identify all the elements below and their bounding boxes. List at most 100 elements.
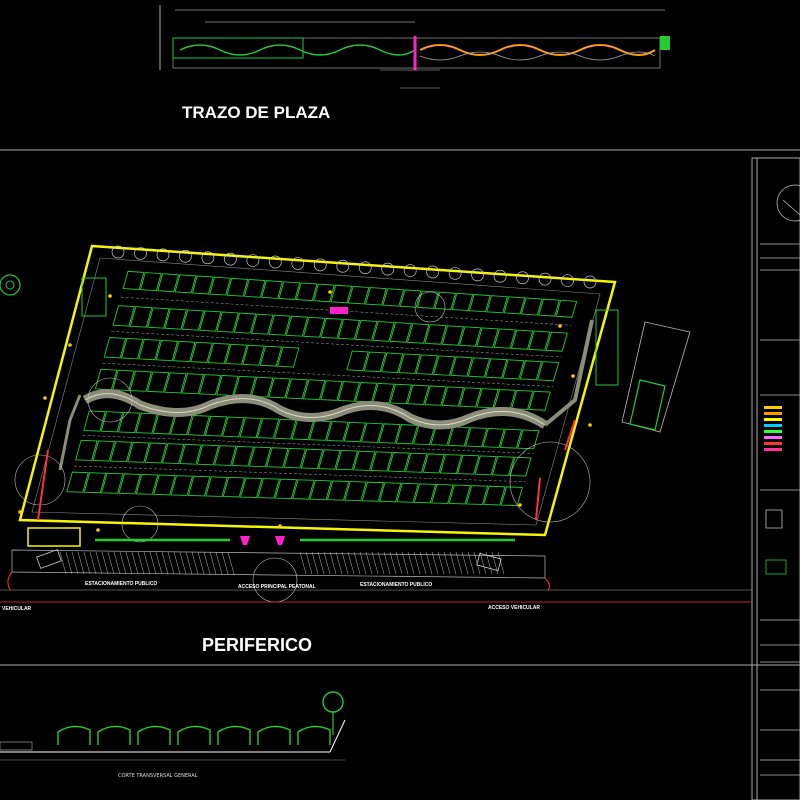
hatch-line	[101, 551, 109, 575]
hatch-line	[305, 551, 313, 575]
parking-stall	[468, 294, 491, 313]
plaza-end-marker	[660, 36, 670, 50]
road-curve-left	[7, 571, 13, 591]
parking-stall	[226, 277, 249, 297]
parking-stall	[416, 290, 439, 309]
level-marker-icon	[43, 396, 47, 400]
label-parking-left: ESTACIONAMIENTO PUBLICO	[85, 581, 157, 587]
level-marker-icon	[588, 423, 592, 427]
hatch-line	[227, 551, 235, 575]
plaza-title: TRAZO DE PLAZA	[182, 103, 330, 122]
hatch-line	[209, 551, 217, 575]
car-icon-left	[36, 549, 62, 569]
parking-stall	[174, 274, 197, 294]
hatch-line	[191, 551, 199, 575]
hatch-line	[143, 551, 151, 575]
hatch-line	[203, 551, 211, 575]
parking-stall	[503, 296, 526, 315]
magenta-marker-access-1	[240, 536, 250, 545]
hatch-line	[395, 551, 403, 575]
hatch-line	[77, 551, 85, 575]
title-block-details	[760, 184, 800, 776]
parking-stalls	[66, 270, 578, 506]
parking-stall	[295, 282, 318, 302]
site-plan[interactable]	[0, 244, 752, 603]
hatch-line	[131, 551, 139, 575]
tree-icon	[426, 265, 440, 279]
hatch-line	[95, 551, 103, 575]
level-marker-icon	[96, 528, 100, 532]
tree-icon	[358, 261, 372, 275]
tree-icon	[448, 267, 462, 280]
level-marker-icon	[68, 343, 72, 347]
walkway-left-branch	[58, 394, 82, 471]
tree-icon	[583, 275, 597, 289]
level-marker-icon	[18, 510, 22, 514]
tb-symbol-square	[765, 509, 783, 529]
level-marker-icon	[518, 503, 522, 507]
aisle-line	[102, 362, 554, 387]
hatch-line	[431, 551, 439, 575]
parking-stall	[209, 276, 232, 296]
parking-stall	[122, 270, 145, 291]
hatch-line	[329, 551, 337, 575]
hatch-line	[413, 551, 421, 575]
hatch-line	[383, 551, 391, 575]
level-marker-icon	[278, 524, 282, 528]
parking-stall	[365, 287, 387, 306]
cross-section[interactable]	[0, 691, 346, 761]
label-parking-right: ESTACIONAMIENTO PUBLICO	[360, 582, 432, 588]
hatch-line	[443, 551, 451, 575]
hatch-line	[89, 551, 97, 575]
section-stall-roof	[257, 725, 291, 745]
tree-icon	[561, 274, 574, 287]
public-parking-hatch	[59, 551, 505, 575]
section-stall-roof	[217, 725, 251, 745]
tree-icon	[471, 268, 484, 282]
hatch-line	[113, 551, 121, 575]
title-block[interactable]	[751, 157, 800, 800]
plaza-circle-right	[509, 441, 591, 523]
tb-symbol-stall	[765, 559, 787, 575]
parking-stall	[538, 298, 560, 317]
hatch-line	[341, 551, 349, 575]
hatch-line	[425, 551, 433, 575]
hatch-line	[359, 551, 367, 575]
hatch-line	[155, 551, 163, 575]
hatch-line	[167, 551, 175, 575]
parking-stall	[243, 279, 266, 298]
cad-drawing-canvas[interactable]: TRAZO DE PLAZA ESTACIONAMIENTO PUBLICO A…	[0, 0, 800, 800]
bottom-strip-box	[27, 527, 81, 547]
label-main-access: ACCESO PRINCIPAL PEATONAL	[238, 584, 316, 590]
section-vehicle	[0, 741, 33, 751]
hatch-line	[353, 551, 361, 575]
magenta-marker-top	[330, 307, 348, 314]
tree-icon	[493, 269, 507, 283]
legend-swatch-1	[764, 406, 782, 409]
hatch-line	[107, 551, 115, 575]
level-marker-icon	[108, 294, 112, 298]
tree-icon	[538, 272, 552, 286]
parking-stall	[191, 275, 214, 295]
hatch-line	[221, 551, 229, 575]
hatch-line	[311, 551, 319, 575]
parking-stall	[278, 281, 301, 300]
hatch-line	[347, 551, 355, 575]
hatch-line	[83, 551, 91, 575]
level-marker-icon	[558, 324, 562, 328]
section-stall-roof	[297, 725, 331, 745]
section-caption: CORTE TRANSVERSAL GENERAL	[118, 773, 198, 779]
hatch-line	[299, 551, 307, 575]
hatch-line	[317, 551, 325, 575]
parking-stall	[157, 273, 180, 293]
hatch-line	[179, 551, 187, 575]
hatch-line	[323, 551, 331, 575]
parking-stall	[139, 272, 162, 292]
plaza-circle-far-left	[14, 454, 66, 506]
legend-swatch-6	[764, 436, 782, 439]
plaza-strip-elevation[interactable]	[159, 5, 670, 89]
car-icon-right	[476, 552, 502, 572]
left-detail-circle	[0, 274, 21, 296]
hatch-line	[407, 551, 415, 575]
legend-swatch-7	[764, 442, 782, 445]
